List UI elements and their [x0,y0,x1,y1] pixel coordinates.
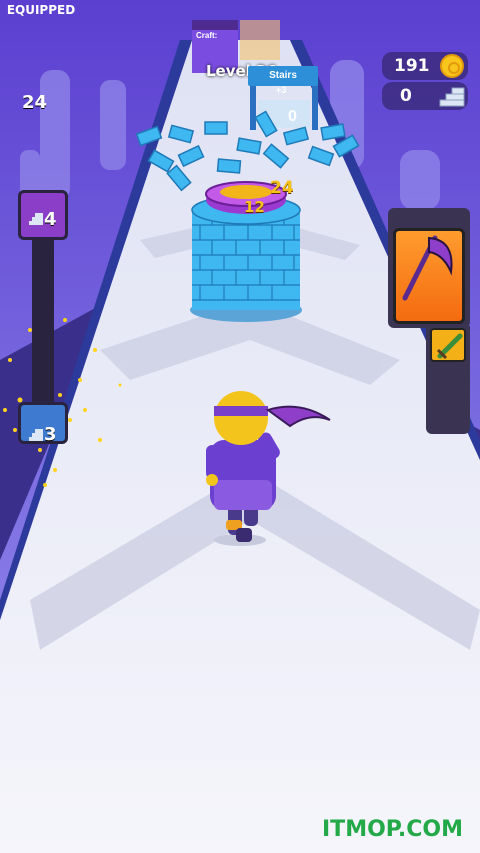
stairs-sign: Stairs [248,66,318,86]
stair-counter: 0 [382,82,468,110]
equipped-weapon-count: 24 [22,92,48,113]
coin-count: 191 [394,56,430,76]
coin-icon [440,54,464,78]
stair-meter-top [18,190,68,240]
stair-meter-bottom [18,402,68,444]
equipped-title: EQUIPPED [6,3,76,17]
watermark: ITMOP.COM [322,817,463,842]
stair-meter-bottom-count: 3 [44,424,57,445]
stair-meter [18,190,68,455]
tower-ring-number: 12 [244,198,265,216]
stairs-sign-count: 0 [288,108,297,125]
tower-top-number: 24 [270,178,294,198]
secondary-weapon-slot[interactable] [430,328,466,362]
stair-meter-top-count: 4 [44,209,57,230]
coin-counter: 191 [382,52,468,80]
stair-count: 0 [400,86,412,106]
stairs-bonus: +3 [276,85,287,95]
equipped-weapon-card[interactable] [393,228,465,324]
stair-meter-bar [32,240,54,405]
equipped-panel[interactable] [388,208,470,434]
craft-sign: Craft: [196,31,218,40]
